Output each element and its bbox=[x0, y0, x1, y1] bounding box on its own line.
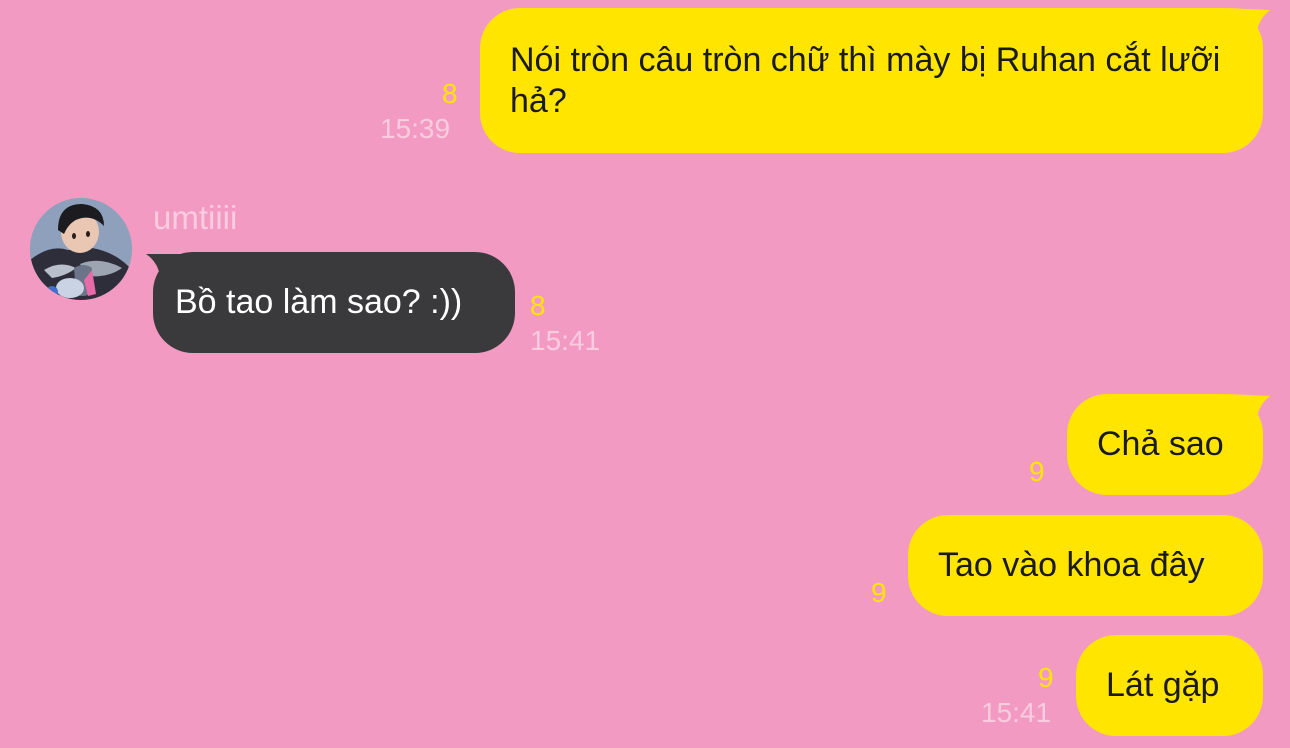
message-time: 15:41 bbox=[530, 325, 601, 356]
read-count: 9 bbox=[871, 577, 887, 608]
read-count: 8 bbox=[530, 290, 546, 321]
user-avatar[interactable] bbox=[30, 198, 132, 300]
message-text: Bồ tao làm sao? :)) bbox=[175, 283, 463, 321]
read-count: 9 bbox=[1029, 456, 1045, 487]
message-text: Nói tròn câu tròn chữ thì mày bị Ruhan c… bbox=[510, 41, 1230, 120]
message-bubble[interactable]: Tao vào khoa đây bbox=[908, 515, 1263, 616]
message-text: Chả sao bbox=[1097, 425, 1224, 463]
user-avatar-image bbox=[30, 198, 132, 300]
message-bubble[interactable]: Chả sao bbox=[1067, 394, 1263, 495]
message-time: 15:41 bbox=[981, 697, 1052, 728]
message-time: 15:39 bbox=[380, 113, 451, 144]
message-text: Lát gặp bbox=[1106, 666, 1220, 704]
read-count: 8 bbox=[442, 78, 458, 109]
read-count: 9 bbox=[1038, 662, 1054, 693]
message-bubble[interactable]: Nói tròn câu tròn chữ thì mày bị Ruhan c… bbox=[480, 8, 1263, 153]
message-text: Tao vào khoa đây bbox=[938, 546, 1205, 584]
message-bubble[interactable]: Lát gặp bbox=[1076, 635, 1263, 736]
sender-name[interactable]: umtiiii bbox=[153, 199, 237, 237]
message-bubble[interactable]: Bồ tao làm sao? :)) bbox=[153, 252, 515, 353]
